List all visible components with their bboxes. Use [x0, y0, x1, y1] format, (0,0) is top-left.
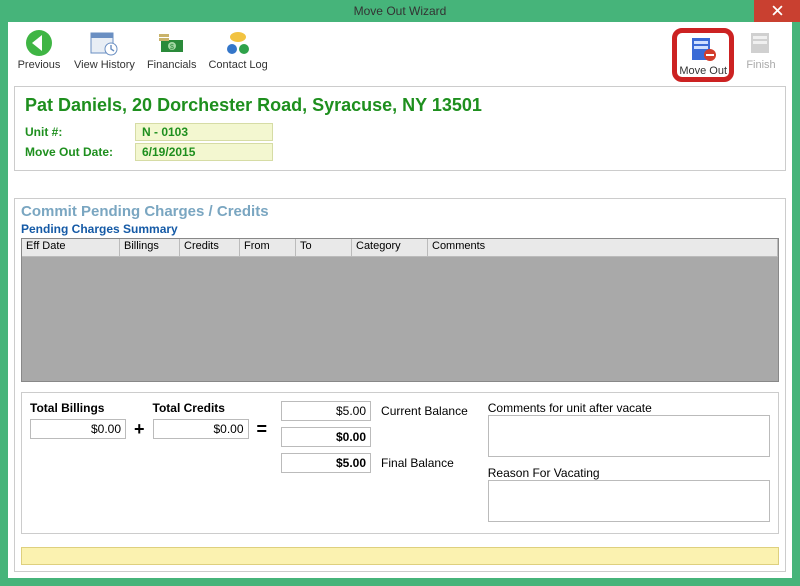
move-out-label: Move Out [679, 65, 727, 77]
current-balance-label: Current Balance [381, 404, 468, 418]
unit-value: N - 0103 [135, 123, 273, 141]
svg-text:$: $ [170, 44, 174, 51]
finish-icon [744, 28, 778, 58]
arrow-left-icon [22, 28, 56, 58]
move-out-date-value: 6/19/2015 [135, 143, 273, 161]
total-billings-label: Total Billings [30, 401, 104, 415]
final-balance-value: $5.00 [281, 453, 371, 473]
toolbar: Previous View History $ Financials Conta… [8, 22, 792, 82]
contact-log-button[interactable]: Contact Log [208, 28, 267, 71]
current-balance-value: $5.00 [281, 401, 371, 421]
reason-label: Reason For Vacating [488, 466, 770, 480]
col-credits[interactable]: Credits [180, 239, 240, 256]
view-history-button[interactable]: View History [74, 28, 135, 71]
content-panel: Commit Pending Charges / Credits Pending… [14, 198, 786, 572]
tenant-title: Pat Daniels, 20 Dorchester Road, Syracus… [25, 95, 775, 116]
total-credits-label: Total Credits [153, 401, 225, 415]
col-billings[interactable]: Billings [120, 239, 180, 256]
totals-panel: Total Billings $0.00 + Total Credits $0.… [21, 392, 779, 534]
comments-label: Comments for unit after vacate [488, 401, 770, 415]
status-bar [21, 547, 779, 565]
col-to[interactable]: To [296, 239, 352, 256]
money-icon: $ [155, 28, 189, 58]
move-out-date-label: Move Out Date: [25, 145, 135, 159]
close-button[interactable] [754, 0, 800, 22]
equals-operator: = [257, 419, 268, 525]
section-subtitle: Pending Charges Summary [21, 222, 779, 236]
reason-textarea[interactable] [488, 480, 770, 522]
grid-header: Eff Date Billings Credits From To Catego… [22, 239, 778, 257]
contact-icon [221, 28, 255, 58]
financials-label: Financials [147, 59, 197, 71]
window-frame: Move Out Wizard Previous View History [0, 0, 800, 586]
section-title: Commit Pending Charges / Credits [21, 203, 779, 220]
col-eff-date[interactable]: Eff Date [22, 239, 120, 256]
comments-textarea[interactable] [488, 415, 770, 457]
title-bar: Move Out Wizard [0, 0, 800, 22]
tenant-header: Pat Daniels, 20 Dorchester Road, Syracus… [14, 86, 786, 171]
total-credits-value: $0.00 [153, 419, 249, 439]
total-billings-value: $0.00 [30, 419, 126, 439]
previous-button[interactable]: Previous [16, 28, 62, 71]
unit-label: Unit #: [25, 125, 135, 139]
col-comments[interactable]: Comments [428, 239, 778, 256]
move-out-button[interactable]: Move Out [679, 34, 727, 77]
client-area: Previous View History $ Financials Conta… [8, 22, 792, 578]
view-history-label: View History [74, 59, 135, 71]
history-icon [87, 28, 121, 58]
pending-charges-grid[interactable]: Eff Date Billings Credits From To Catego… [21, 238, 779, 382]
move-out-highlight: Move Out [672, 28, 734, 82]
previous-label: Previous [18, 59, 61, 71]
window-title: Move Out Wizard [354, 4, 447, 18]
net-value: $0.00 [281, 427, 371, 447]
financials-button[interactable]: $ Financials [147, 28, 197, 71]
plus-operator: + [134, 419, 145, 525]
contact-log-label: Contact Log [208, 59, 267, 71]
col-from[interactable]: From [240, 239, 296, 256]
final-balance-label: Final Balance [381, 456, 454, 470]
col-category[interactable]: Category [352, 239, 428, 256]
finish-button: Finish [738, 28, 784, 71]
close-icon [772, 3, 783, 19]
move-out-icon [686, 34, 720, 64]
finish-label: Finish [746, 59, 775, 71]
